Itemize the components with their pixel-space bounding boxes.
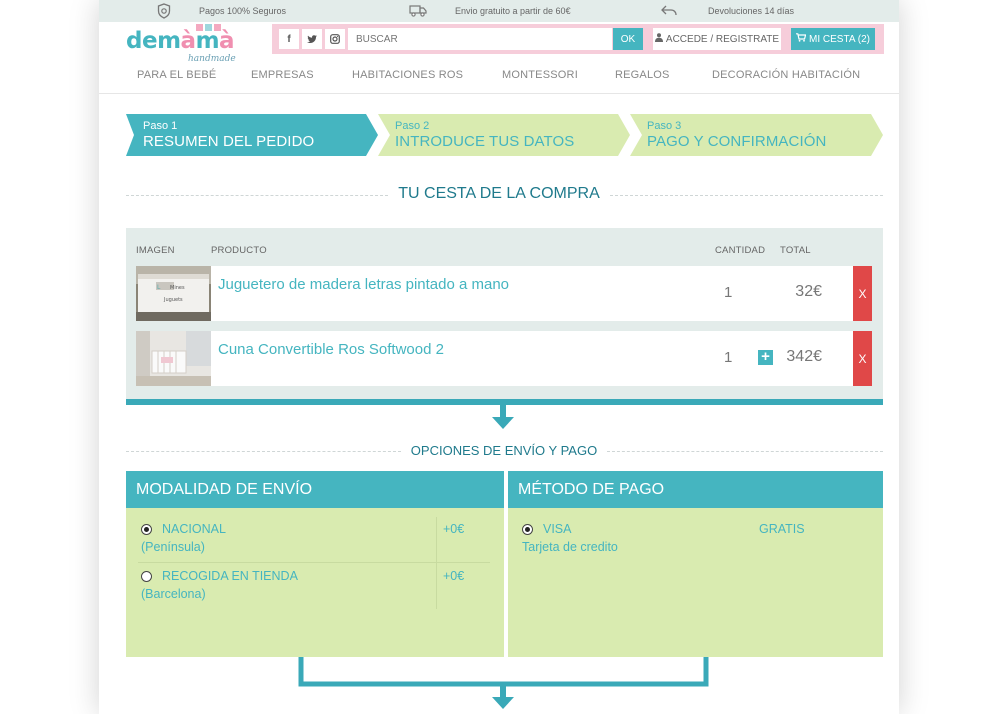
divider xyxy=(610,195,883,196)
search-bar: f OK ACCEDE / REGISTRATE MI CESTA (2) xyxy=(272,24,884,54)
brand-name-a1: à xyxy=(180,28,197,54)
column-header-qty: CANTIDAD xyxy=(715,245,766,256)
nav-item-regalos[interactable]: REGALOS xyxy=(615,69,670,81)
step-2[interactable]: Paso 2 INTRODUCE TUS DATOS xyxy=(378,114,630,156)
shield-icon xyxy=(157,3,171,19)
top-info-bar: Pagos 100% Seguros Envio gratuito a part… xyxy=(99,0,899,22)
divider xyxy=(607,451,883,452)
divider xyxy=(138,562,490,563)
step-1[interactable]: Paso 1 RESUMEN DEL PEDIDO xyxy=(126,114,378,156)
product-quantity: 1 xyxy=(724,349,733,366)
brand-name-a2: à xyxy=(219,28,235,54)
increase-quantity-button[interactable]: + xyxy=(758,349,773,365)
shipping-option-sub: (Barcelona) xyxy=(141,587,206,601)
radio-recogida[interactable] xyxy=(141,571,152,582)
step-3-number: Paso 3 xyxy=(647,120,682,132)
payment-panel: MÉTODO DE PAGO VISA Tarjeta de credito G… xyxy=(508,471,883,657)
product-quantity: 1 xyxy=(724,284,733,301)
svg-text:Mines: Mines xyxy=(170,285,185,291)
product-image-toy-box[interactable]: L Mines Juguets xyxy=(136,266,211,321)
divider xyxy=(436,517,437,609)
facebook-icon[interactable]: f xyxy=(279,29,299,49)
truck-icon xyxy=(409,4,427,17)
nav-item-para-el-bebe[interactable]: PARA EL BEBÉ xyxy=(137,69,216,81)
product-image-crib[interactable] xyxy=(136,331,211,386)
shipping-header: MODALIDAD DE ENVÍO xyxy=(126,471,504,508)
secure-payments-text: Pagos 100% Seguros xyxy=(199,6,287,16)
step-2-name: INTRODUCE TUS DATOS xyxy=(395,133,575,150)
shipping-option-label: RECOGIDA EN TIENDA xyxy=(162,569,298,583)
shipping-option-sub: (Península) xyxy=(141,540,205,554)
nav-item-habitaciones-ros[interactable]: HABITACIONES ROS xyxy=(352,69,463,81)
cart-table: IMAGEN PRODUCTO CANTIDAD TOTAL L Mines J… xyxy=(126,228,883,399)
instagram-icon[interactable] xyxy=(325,29,345,49)
checkout-steps: Paso 1 RESUMEN DEL PEDIDO Paso 2 INTRODU… xyxy=(99,114,899,156)
nav-item-decoracion-habitacion[interactable]: DECORACIÓN HABITACIÓN xyxy=(712,69,860,81)
column-header-product: PRODUCTO xyxy=(211,245,267,256)
shipping-option-label: NACIONAL xyxy=(162,522,226,536)
divider xyxy=(126,195,388,196)
free-shipping-text: Envio gratuito a partir de 60€ xyxy=(455,5,571,16)
product-name[interactable]: Juguetero de madera letras pintado a man… xyxy=(218,276,509,293)
shipping-option-price: +0€ xyxy=(443,522,465,536)
svg-text:Juguets: Juguets xyxy=(163,297,183,303)
step-3-name: PAGO Y CONFIRMACIÓN xyxy=(647,133,827,150)
divider xyxy=(126,451,401,452)
product-total: 342€ xyxy=(786,348,822,365)
payment-option-label: VISA xyxy=(543,522,572,536)
connector-bracket xyxy=(298,657,709,709)
step-3[interactable]: Paso 3 PAGO Y CONFIRMACIÓN xyxy=(630,114,883,156)
column-header-image: IMAGEN xyxy=(136,245,175,256)
payment-option-price: GRATIS xyxy=(759,522,805,536)
cart-title: TU CESTA DE LA COMPRA xyxy=(398,185,600,202)
brand-logo[interactable]: demàmà handmade xyxy=(126,24,246,64)
radio-nacional[interactable] xyxy=(141,524,152,535)
search-ok-button[interactable]: OK xyxy=(613,28,643,50)
arrow-down-icon xyxy=(492,405,514,429)
nav-item-empresas[interactable]: EMPRESAS xyxy=(251,69,314,81)
product-name[interactable]: Cuna Convertible Ros Softwood 2 xyxy=(218,341,444,358)
return-arrow-icon xyxy=(660,4,678,17)
free-shipping-info: Envio gratuito a partir de 60€ xyxy=(409,4,571,17)
login-register-button[interactable]: ACCEDE / REGISTRATE xyxy=(653,28,781,50)
cart-button[interactable]: MI CESTA (2) xyxy=(791,28,875,50)
step-1-number: Paso 1 xyxy=(143,120,178,132)
cart-label: MI CESTA (2) xyxy=(809,33,870,45)
remove-item-button[interactable]: X xyxy=(853,331,872,386)
returns-text: Devoluciones 14 días xyxy=(708,5,795,16)
shipping-option-price: +0€ xyxy=(443,569,465,583)
search-input[interactable] xyxy=(348,28,612,50)
remove-item-button[interactable]: X xyxy=(853,266,872,321)
nav-item-montessori[interactable]: MONTESSORI xyxy=(502,69,578,81)
step-1-name: RESUMEN DEL PEDIDO xyxy=(143,133,315,150)
cart-row: L Mines Juguets Juguetero de madera letr… xyxy=(136,266,872,321)
secure-payments-info: Pagos 100% Seguros xyxy=(157,3,286,19)
returns-info: Devoluciones 14 días xyxy=(660,4,794,17)
shipping-panel: MODALIDAD DE ENVÍO NACIONAL (Península) … xyxy=(126,471,504,657)
options-title: OPCIONES DE ENVÍO Y PAGO xyxy=(410,443,598,458)
cart-icon xyxy=(796,33,807,45)
logo-blocks xyxy=(196,24,221,31)
column-header-total: TOTAL xyxy=(780,245,811,256)
main-nav: PARA EL BEBÉ EMPRESAS HABITACIONES ROS M… xyxy=(99,60,899,94)
brand-name-m: m xyxy=(195,28,220,54)
page: Pagos 100% Seguros Envio gratuito a part… xyxy=(99,0,899,714)
brand-name-part1: dem xyxy=(126,28,181,54)
payment-option-sub: Tarjeta de credito xyxy=(522,540,618,554)
user-icon xyxy=(654,33,663,45)
step-2-number: Paso 2 xyxy=(395,120,430,132)
payment-header: MÉTODO DE PAGO xyxy=(508,471,883,508)
radio-visa[interactable] xyxy=(522,524,533,535)
header: demàmà handmade f OK ACCEDE / REGISTRATE… xyxy=(99,22,899,64)
twitter-icon[interactable] xyxy=(302,29,322,49)
cart-row: Cuna Convertible Ros Softwood 2 1 + 342€… xyxy=(136,331,872,386)
brand-name: demàmà xyxy=(126,28,246,54)
login-register-label: ACCEDE / REGISTRATE xyxy=(665,33,780,45)
product-total: 32€ xyxy=(795,283,822,300)
